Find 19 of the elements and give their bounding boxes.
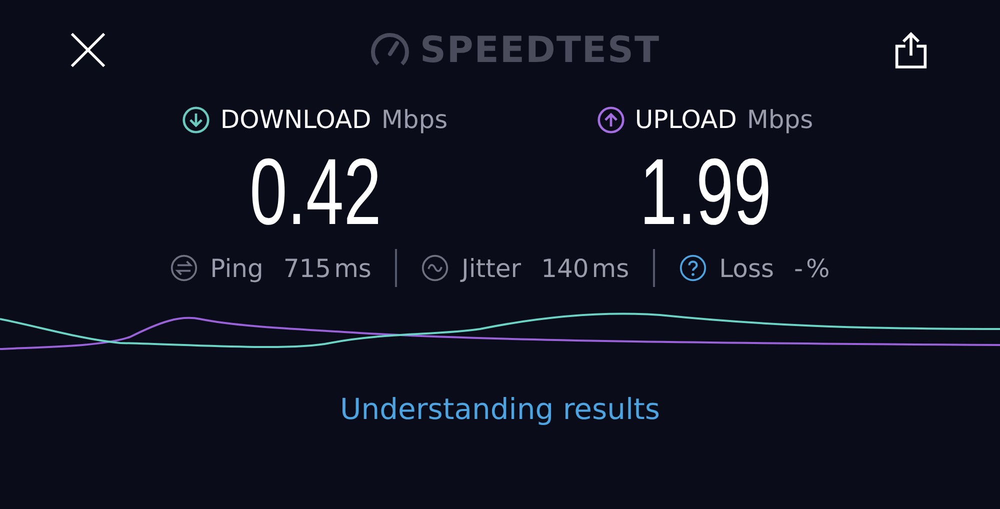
app-logo: SPEEDTEST [420,30,660,70]
unit-label: Mbps [381,105,448,134]
speed-value: 0.42 [249,140,381,244]
stat-label: Jitter [461,254,522,283]
help-icon[interactable] [679,254,708,282]
understanding-results-link[interactable]: Understanding results [340,392,660,426]
wave-icon [421,254,450,282]
stat-value: 140 ms [541,254,630,283]
unit-label: Mbps [746,105,814,134]
close-icon[interactable] [70,32,106,68]
stat-label: Loss [719,254,774,283]
result-label: DOWNLOAD [220,105,372,134]
share-icon[interactable] [894,31,928,69]
stat-value: -% [794,254,830,283]
stat-label: Ping [210,254,264,283]
result-label: UPLOAD [634,105,737,134]
ping-icon [170,254,198,282]
speed-value: 1.99 [639,140,771,244]
stat-value: 715 ms [283,254,372,283]
